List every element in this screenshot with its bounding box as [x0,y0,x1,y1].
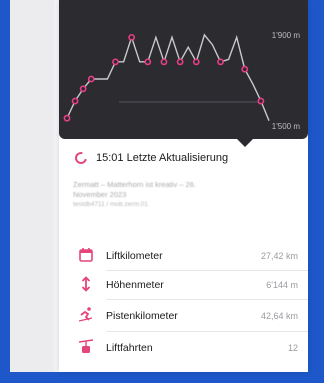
axis-top-label: 1'900 m [271,31,300,40]
resort-info-line1: Zermatt – Matterhorn ist kreativ – 26. [73,180,196,189]
stat-value: 42,64 km [260,311,298,321]
divider [106,299,308,300]
resort-info-line2: November 2023 [73,190,127,199]
last-update-label: 15:01 Letzte Aktualisierung [96,152,229,164]
stat-label: Liftkilometer [106,250,163,262]
lift-marker[interactable] [257,97,265,105]
lift-marker[interactable] [112,58,119,66]
lift-marker[interactable] [241,65,249,73]
altitude-chart: 1'900 m 1'500 m [59,0,308,139]
app-screen: 1'900 m 1'500 m 15:01 Letzte Aktualisier… [10,0,308,372]
up-down-arrow-icon [77,275,95,293]
lift-marker[interactable] [128,33,136,41]
lift-marker[interactable] [176,58,184,66]
stat-row-pistenkilometer: Pistenkilometer 42,64 km [59,302,308,330]
stat-row-liftfahrten: Liftfahrten 12 [59,334,308,362]
refresh-icon[interactable] [72,149,90,167]
axis-bottom-label: 1'500 m [271,122,300,131]
resort-info: Zermatt – Matterhorn ist kreativ – 26. N… [73,180,283,210]
stats-card: 1'900 m 1'500 m 15:01 Letzte Aktualisier… [59,0,308,372]
left-panel [10,0,54,372]
stat-label: Pistenkilometer [106,310,178,322]
chairlift-icon [77,338,95,356]
lift-marker[interactable] [160,58,168,66]
lift-marker[interactable] [63,114,71,122]
stat-value: 27,42 km [260,251,298,261]
lift-marker[interactable] [217,58,224,66]
calendar-icon [77,246,95,264]
lift-marker[interactable] [79,85,87,93]
refresh-row[interactable]: 15:01 Letzte Aktualisierung [72,149,229,167]
lift-marker[interactable] [192,58,200,66]
resort-info-line3: testdb4711 / mob.zerm.01 [73,201,149,208]
lift-marker[interactable] [71,97,79,105]
altitude-chart-svg [63,33,270,122]
stat-row-hoehenmeter: Höhenmeter 6'144 m [59,271,308,299]
stat-value: 6'144 m [266,280,298,290]
lift-marker[interactable] [144,58,152,66]
lift-marker[interactable] [87,75,95,83]
altitude-line [66,33,270,121]
stat-value: 12 [287,343,298,353]
divider [106,331,308,332]
stat-row-liftkilometer: Liftkilometer 27,42 km [59,242,308,270]
skier-icon [77,306,95,324]
stat-label: Liftfahrten [106,342,153,354]
chart-pointer [237,139,253,147]
stat-label: Höhenmeter [106,279,164,291]
